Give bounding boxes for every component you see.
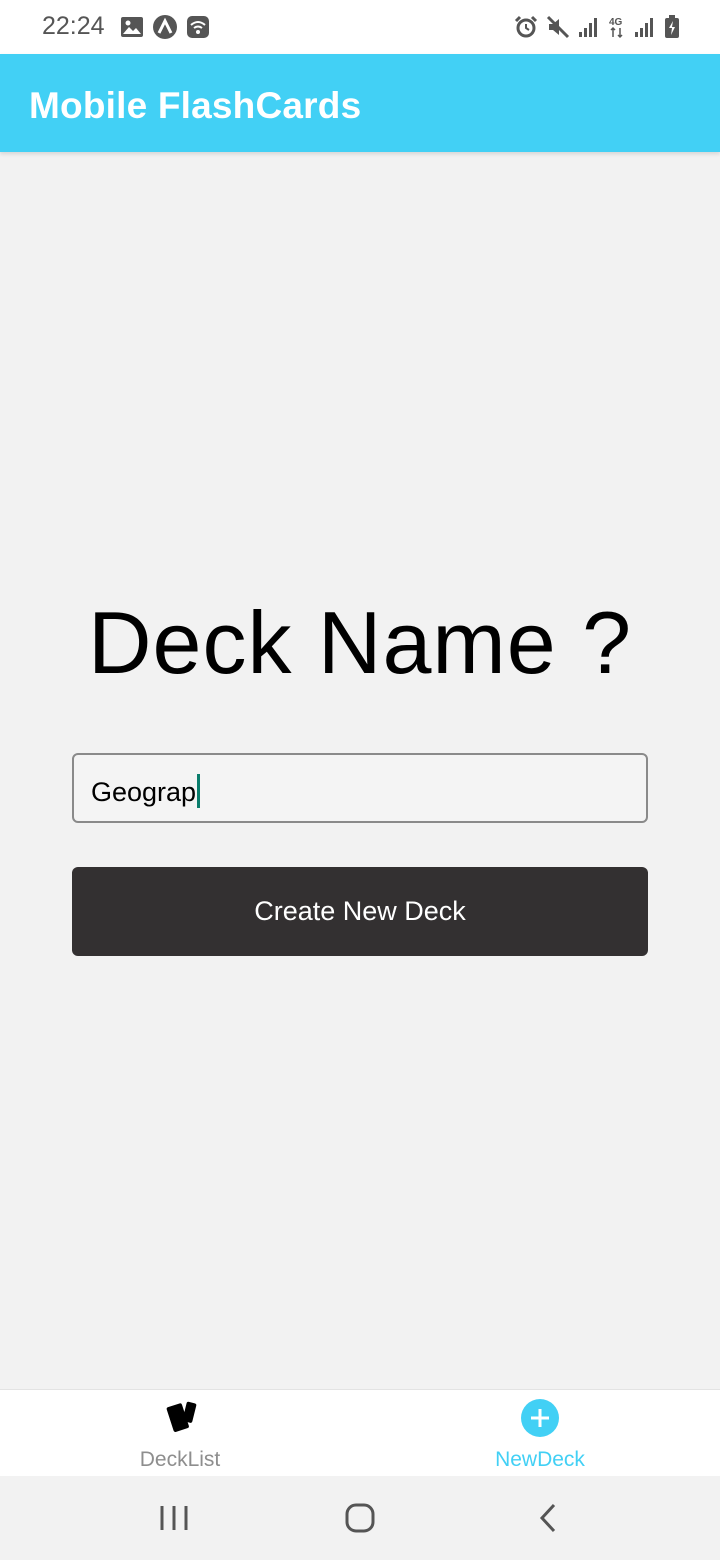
status-time: 22:24 bbox=[42, 12, 105, 40]
input-text: Geograp bbox=[91, 777, 197, 807]
recents-icon[interactable] bbox=[152, 1496, 196, 1540]
mute-icon bbox=[546, 15, 570, 39]
signal-icon bbox=[579, 18, 597, 37]
alarm-icon bbox=[514, 15, 538, 38]
back-icon[interactable] bbox=[526, 1496, 570, 1540]
new-deck-screen: Deck Name ? Geograp Create New Deck bbox=[0, 152, 720, 1389]
tab-decklist-label: DeckList bbox=[139, 1448, 221, 1471]
image-icon bbox=[121, 17, 143, 37]
status-bar: 22:24 4G bbox=[0, 0, 720, 54]
cards-icon bbox=[166, 1401, 197, 1432]
home-icon[interactable] bbox=[338, 1496, 382, 1540]
svg-text:4G: 4G bbox=[609, 17, 623, 28]
app-notification-icon bbox=[153, 15, 177, 39]
bottom-tab-bar: DeckList NewDeck bbox=[0, 1389, 720, 1476]
system-navigation-bar bbox=[0, 1476, 720, 1560]
app-header: Mobile FlashCards bbox=[0, 54, 720, 152]
text-caret bbox=[197, 774, 201, 808]
deck-name-input-value: Geograp bbox=[91, 774, 201, 808]
signal-icon bbox=[635, 18, 653, 37]
status-right-icons: 4G bbox=[514, 14, 680, 40]
battery-charging-icon bbox=[665, 15, 679, 38]
status-left-icons bbox=[120, 14, 210, 40]
tab-newdeck-label: NewDeck bbox=[495, 1448, 585, 1471]
plus-circle-icon bbox=[521, 1399, 559, 1437]
4g-icon: 4G bbox=[609, 17, 623, 39]
deck-name-heading: Deck Name ? bbox=[87, 593, 633, 692]
tab-newdeck[interactable]: NewDeck bbox=[360, 1390, 720, 1476]
create-new-deck-label: Create New Deck bbox=[254, 896, 466, 926]
wifi-calling-icon bbox=[187, 16, 209, 38]
deck-name-input[interactable]: Geograp bbox=[72, 753, 648, 823]
tab-decklist[interactable]: DeckList bbox=[0, 1390, 360, 1476]
app-title: Mobile FlashCards bbox=[29, 85, 362, 126]
create-new-deck-button[interactable]: Create New Deck bbox=[72, 867, 648, 956]
